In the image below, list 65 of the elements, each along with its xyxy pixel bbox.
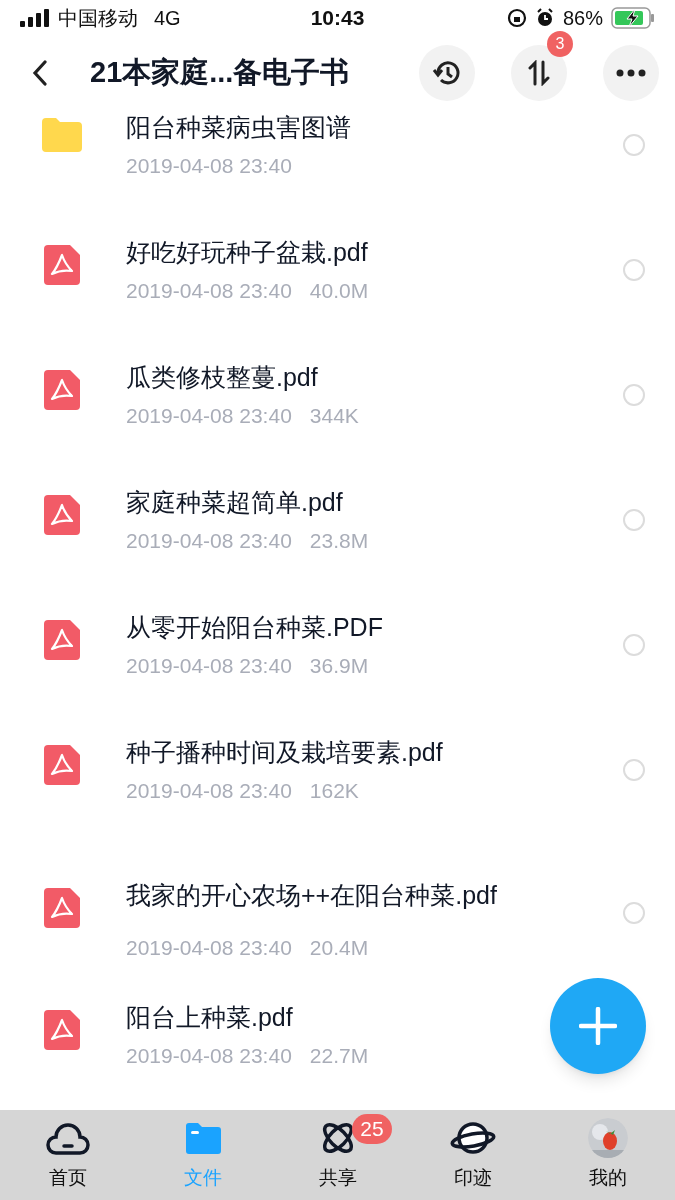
history-button[interactable] [419,45,475,101]
file-name: 好吃好玩种子盆栽.pdf [126,237,368,268]
pdf-icon [44,745,80,785]
plus-icon [579,1007,617,1045]
file-name: 家庭种菜超简单.pdf [126,487,343,518]
clock: 10:43 [310,5,365,32]
file-date: 2019-04-08 23:40 [126,1043,292,1069]
file-name: 种子播种时间及栽培要素.pdf [126,737,443,768]
transfer-badge: 3 [547,31,573,57]
file-size: 162K [309,778,359,804]
more-icon [616,69,646,77]
file-size: 40.0M [309,278,369,304]
select-radio[interactable] [623,759,645,781]
file-name: 从零开始阳台种菜.PDF [126,612,383,643]
file-size: 20.4M [309,935,369,961]
file-date: 2019-04-08 23:40 [126,653,292,679]
file-row[interactable]: 阳台种菜病虫害图谱 2019-04-08 23:40 [0,110,675,235]
file-size: 22.7M [309,1043,369,1069]
file-row[interactable]: 我家的开心农场++在阳台种菜.pdf 2019-04-08 23:40 20.4M [0,860,675,1000]
folder-title: 21本家庭...备电子书 [90,55,351,91]
file-name: 我家的开心农场++在阳台种菜.pdf [126,880,497,911]
file-date: 2019-04-08 23:40 [126,935,292,961]
select-radio[interactable] [623,384,645,406]
carrier-name: 中国移动 [58,6,138,31]
tab-bar-item[interactable]: 共享 25 [270,1110,405,1200]
pdf-icon [44,370,80,410]
select-radio[interactable] [623,634,645,656]
file-date: 2019-04-08 23:40 [126,778,292,804]
file-row[interactable]: 瓜类修枝整蔓.pdf 2019-04-08 23:40 344K [0,360,675,485]
file-row[interactable]: 种子播种时间及栽培要素.pdf 2019-04-08 23:40 162K [0,735,675,860]
tab-bar-item[interactable]: 我的 [540,1110,675,1200]
signal-icon [20,9,50,27]
more-button[interactable] [603,45,659,101]
pdf-icon [44,1010,80,1050]
file-name: 阳台种菜病虫害图谱 [126,112,351,143]
select-radio[interactable] [623,509,645,531]
pdf-icon [44,245,80,285]
file-date: 2019-04-08 23:40 [126,153,292,179]
file-size: 344K [309,403,359,429]
notification-badge: 25 [352,1114,392,1144]
pdf-icon [44,620,80,660]
rotation-lock-icon [506,8,527,28]
pdf-icon [44,495,80,535]
file-size: 23.8M [309,528,369,554]
select-radio[interactable] [623,134,645,156]
file-row[interactable]: 家庭种菜超简单.pdf 2019-04-08 23:40 23.8M [0,485,675,610]
tab-bar-item[interactable]: 印迹 [405,1110,540,1200]
back-icon [32,60,48,86]
file-size: 36.9M [309,653,369,679]
file-name: 瓜类修枝整蔓.pdf [126,362,318,393]
file-name: 阳台上种菜.pdf [126,1002,293,1033]
battery-percent: 86% [562,6,603,31]
folder-icon [183,1120,222,1155]
file-row[interactable]: 从零开始阳台种菜.PDF 2019-04-08 23:40 36.9M [0,610,675,735]
select-radio[interactable] [623,902,645,924]
tab-bar-item[interactable]: 首页 [0,1110,135,1200]
pdf-icon [44,888,80,928]
file-row[interactable]: 好吃好玩种子盆栽.pdf 2019-04-08 23:40 40.0M [0,235,675,360]
file-date: 2019-04-08 23:40 [126,278,292,304]
file-date: 2019-04-08 23:40 [126,403,292,429]
select-radio[interactable] [623,259,645,281]
network-type: 4G [154,6,181,31]
file-date: 2019-04-08 23:40 [126,528,292,554]
folder-icon [42,118,82,152]
sort-arrows-icon [526,60,552,86]
